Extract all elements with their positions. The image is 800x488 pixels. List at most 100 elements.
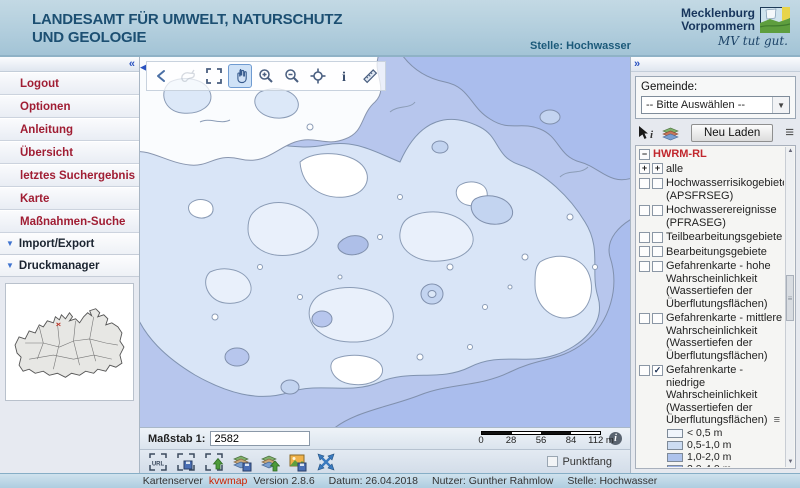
layer-checkbox[interactable] <box>652 178 663 189</box>
sidebar-item-label: Optionen <box>20 101 70 113</box>
polygon-select-icon[interactable] <box>176 64 200 88</box>
measure-tool-button[interactable] <box>358 64 382 88</box>
sidebar-item-label: Logout <box>20 78 59 90</box>
legend-swatch <box>667 453 683 462</box>
full-extent-button[interactable] <box>202 64 226 88</box>
sidebar-item-letztes-suchergebnis[interactable]: letztes Suchergebnis <box>0 164 139 187</box>
layer-row: Hochwasserrisikogebiete (APSFRSEG) <box>639 176 784 203</box>
sidebar-item-label: Anleitung <box>20 124 73 136</box>
title-line1: LANDESAMT FÜR UMWELT, NATURSCHUTZ <box>32 11 342 29</box>
scalebar-tick: 28 <box>506 435 517 446</box>
sidebar-item-karte[interactable]: Karte <box>0 187 139 210</box>
load-layers-button[interactable] <box>260 452 280 472</box>
layer-tree: −HWRM-RL++alleHochwasserrisikogebiete (A… <box>639 147 784 467</box>
reload-button[interactable]: Neu Laden <box>691 124 773 142</box>
layer-checkbox[interactable] <box>639 178 650 189</box>
layer-label[interactable]: Gefahrenkarte - hohe Wahrscheinlichkeit … <box>666 260 784 310</box>
sidebar-item-label: letztes Suchergebnis <box>20 170 135 182</box>
collapse-box-icon[interactable]: − <box>639 149 650 160</box>
scalebar-tick: 112 m <box>588 435 614 446</box>
zoom-out-button[interactable] <box>280 64 304 88</box>
layer-checkbox[interactable] <box>639 246 650 257</box>
sidebar: « Logout Optionen Anleitung Übersicht letzte… <box>0 57 140 473</box>
scalebar-ticks: 0285684112 m <box>478 435 604 446</box>
expand-box-icon[interactable]: + <box>652 163 663 174</box>
layer-tree-panel: −HWRM-RL++alleHochwasserrisikogebiete (A… <box>635 145 796 469</box>
sidebar-menu: Logout Optionen Anleitung Übersicht letztes … <box>0 72 139 233</box>
save-layers-button[interactable] <box>232 452 252 472</box>
info-tool-button[interactable]: i <box>332 64 356 88</box>
tree-root-label[interactable]: HWRM-RL <box>653 148 784 161</box>
sidebar-sections: ▼Import/Export▼Druckmanager <box>0 233 139 277</box>
layer-checkbox[interactable] <box>652 313 663 324</box>
scale-row: Maßstab 1: 0285684112 m i <box>140 427 630 449</box>
tree-root-boxes: − <box>639 148 650 160</box>
save-extent-button[interactable] <box>176 452 196 472</box>
sidebar-item-anleitung[interactable]: Anleitung <box>0 118 139 141</box>
layer-checkbox[interactable] <box>639 232 650 243</box>
layer-label[interactable]: Teilbearbeitungsgebiete <box>666 231 784 244</box>
layers-icon[interactable] <box>662 125 679 142</box>
sidebar-item-label: Übersicht <box>20 147 73 159</box>
back-button[interactable] <box>150 64 174 88</box>
load-extent-button[interactable] <box>204 452 224 472</box>
layer-checkbox[interactable] <box>652 232 663 243</box>
legend-swatch <box>667 441 683 450</box>
layer-checkbox[interactable] <box>639 313 650 324</box>
collapse-panel-icon[interactable]: » <box>634 59 640 69</box>
pan-tool-button[interactable] <box>228 64 252 88</box>
punktfang-checkbox[interactable] <box>547 456 558 467</box>
map-toolbar: i <box>146 61 386 91</box>
sidebar-item--bersicht[interactable]: Übersicht <box>0 141 139 164</box>
layer-legend-menu-icon[interactable]: ≡ <box>771 414 780 426</box>
expand-box-icon[interactable]: + <box>639 163 650 174</box>
scale-input[interactable] <box>210 431 310 446</box>
layer-label[interactable]: Hochwasserrisikogebiete (APSFRSEG) <box>666 177 784 202</box>
layer-label[interactable]: alle <box>666 163 784 176</box>
layer-panel-tools: i Neu Laden ≡ <box>631 122 800 145</box>
sidebar-section-druckmanager[interactable]: ▼Druckmanager <box>0 255 139 277</box>
overview-map[interactable] <box>5 283 134 401</box>
legend-label: 0,5-1,0 m <box>687 440 731 451</box>
sidebar-item-optionen[interactable]: Optionen <box>0 95 139 118</box>
scroll-down-icon[interactable]: ▼ <box>786 458 795 467</box>
layer-checkbox[interactable] <box>652 261 663 272</box>
panel-menu-icon[interactable]: ≡ <box>785 128 794 138</box>
gemeinde-select[interactable]: -- Bitte Auswählen -- ▼ <box>641 96 790 114</box>
tree-scrollbar[interactable]: ▲ ▼ <box>785 147 794 467</box>
layer-label[interactable]: Gefahrenkarte - niedrige Wahrscheinlichk… <box>666 364 784 427</box>
layer-checkbox[interactable] <box>639 261 650 272</box>
gemeinde-box: Gemeinde: -- Bitte Auswählen -- ▼ <box>635 76 796 119</box>
layer-checkbox[interactable] <box>652 205 663 216</box>
sidebar-item-ma-nahmen-suche[interactable]: Maßnahmen-Suche <box>0 210 139 233</box>
legend-swatch <box>667 465 683 468</box>
layer-checkbox[interactable] <box>639 205 650 216</box>
flood-map-image <box>140 57 630 427</box>
sidebar-item-logout[interactable]: Logout <box>0 72 139 95</box>
layer-row-boxes <box>639 177 663 189</box>
collapse-sidebar-icon[interactable]: « <box>129 59 135 69</box>
url-extent-button[interactable]: URL <box>148 452 168 472</box>
zoom-in-button[interactable] <box>254 64 278 88</box>
scroll-up-icon[interactable]: ▲ <box>786 147 795 156</box>
identify-cursor-icon[interactable]: i <box>637 125 654 142</box>
main-content: « Logout Optionen Anleitung Übersicht letzte… <box>0 57 800 473</box>
layer-label[interactable]: Hochwasserereignisse (PFRASEG) <box>666 204 784 229</box>
layer-label[interactable]: Bearbeitungsgebiete <box>666 246 784 259</box>
layer-row-boxes <box>639 312 663 324</box>
layer-checkbox[interactable] <box>639 365 650 376</box>
layer-row: Gefahrenkarte - hohe Wahrscheinlichkeit … <box>639 259 784 311</box>
scrollbar-thumb[interactable] <box>786 275 794 321</box>
layer-row-boxes <box>639 246 663 258</box>
layer-checkbox[interactable] <box>652 246 663 257</box>
layer-label[interactable]: Gefahrenkarte - mittlere Wahrscheinlichk… <box>666 312 784 362</box>
fit-extent-button[interactable] <box>316 452 336 472</box>
scalebar-tick: 0 <box>478 435 483 446</box>
gemeinde-label: Gemeinde: <box>641 81 790 93</box>
sidebar-section-import-export[interactable]: ▼Import/Export <box>0 233 139 255</box>
layer-checkbox[interactable]: ✓ <box>652 365 663 376</box>
center-map-button[interactable] <box>306 64 330 88</box>
save-image-button[interactable] <box>288 452 308 472</box>
map-canvas[interactable]: ◀ <box>140 57 630 427</box>
layer-row-boxes <box>639 260 663 272</box>
